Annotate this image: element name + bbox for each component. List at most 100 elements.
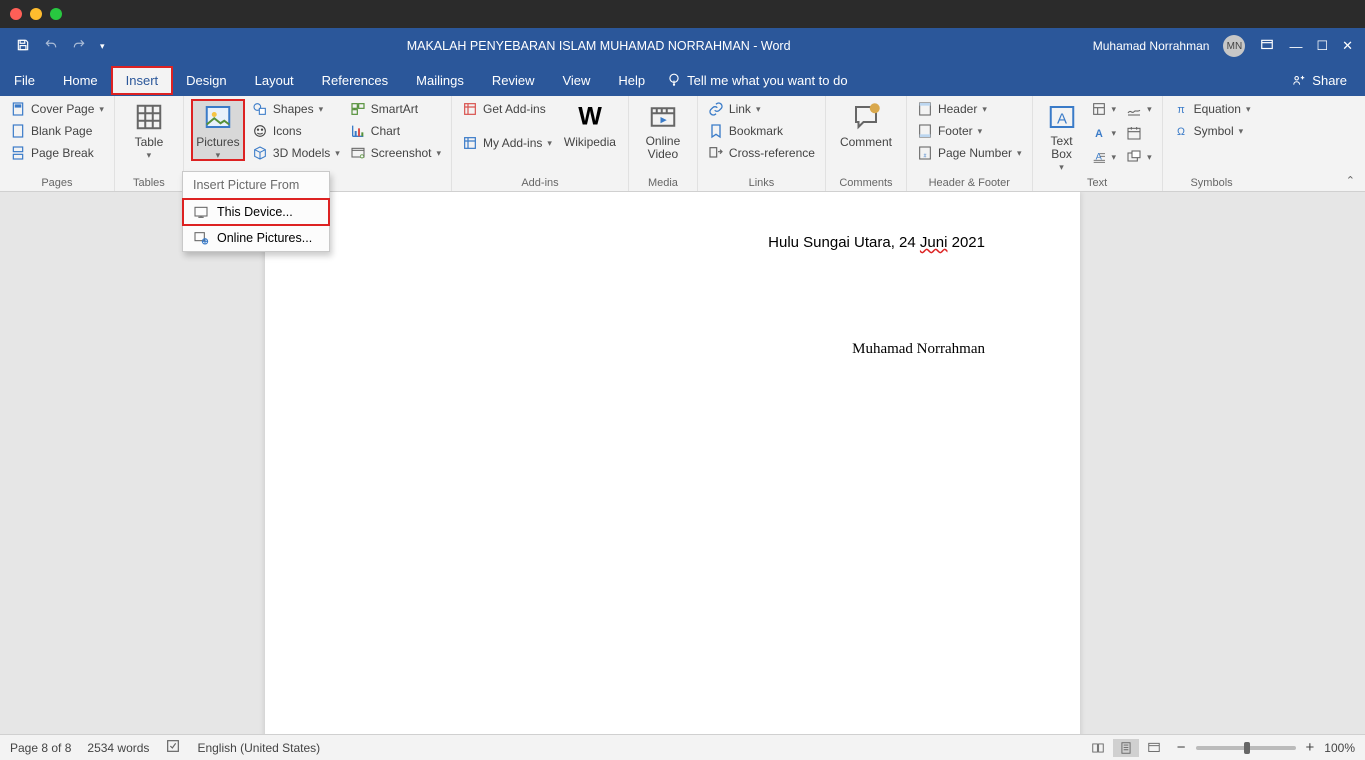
- screenshot-button[interactable]: Screenshot ▾: [348, 144, 443, 162]
- group-comments-label: Comments: [834, 175, 898, 189]
- maximize-icon[interactable]: ☐: [1316, 38, 1328, 54]
- tab-home[interactable]: Home: [49, 67, 112, 94]
- status-words[interactable]: 2534 words: [87, 741, 149, 755]
- tell-me-label: Tell me what you want to do: [687, 73, 847, 88]
- table-button[interactable]: Table▾: [123, 100, 175, 160]
- wordart-button[interactable]: A▾: [1089, 124, 1119, 142]
- group-addins: Get Add-ins My Add-ins ▾ W Wikipedia Add…: [452, 96, 629, 191]
- collapse-ribbon-icon[interactable]: ⌃: [1336, 170, 1365, 191]
- drop-cap-button[interactable]: A▾: [1089, 148, 1119, 166]
- symbol-button[interactable]: ΩSymbol ▾: [1171, 122, 1253, 140]
- tab-references[interactable]: References: [308, 67, 402, 94]
- smartart-button[interactable]: SmartArt: [348, 100, 443, 118]
- svg-text:π: π: [1177, 104, 1184, 116]
- group-headerfooter-label: Header & Footer: [915, 175, 1024, 189]
- tab-file[interactable]: File: [0, 67, 49, 94]
- mac-min-dot[interactable]: [30, 8, 42, 20]
- document-canvas[interactable]: Hulu Sungai Utara, 24 Juni 2021 Muhamad …: [0, 192, 1365, 734]
- group-media-label: Media: [637, 175, 689, 189]
- pictures-online[interactable]: Online Pictures...: [183, 225, 329, 251]
- zoom-slider[interactable]: [1196, 746, 1296, 750]
- tab-view[interactable]: View: [548, 67, 604, 94]
- svg-text:A: A: [1057, 110, 1067, 127]
- undo-icon[interactable]: [44, 38, 58, 55]
- view-read-mode[interactable]: [1085, 739, 1111, 757]
- my-addins-button[interactable]: My Add-ins ▾: [460, 134, 554, 152]
- cross-reference-button[interactable]: Cross-reference: [706, 144, 817, 162]
- group-media: Online Video Media: [629, 96, 698, 191]
- group-links: Link ▾ Bookmark Cross-reference Links: [698, 96, 826, 191]
- text-box-button[interactable]: A Text Box▾: [1041, 100, 1083, 172]
- svg-text:#: #: [923, 154, 926, 160]
- pictures-dropdown-header: Insert Picture From: [183, 172, 329, 199]
- redo-icon[interactable]: [72, 38, 86, 55]
- group-links-label: Links: [706, 175, 817, 189]
- mac-max-dot[interactable]: [50, 8, 62, 20]
- group-comments: Comment Comments: [826, 96, 907, 191]
- view-web-layout[interactable]: [1141, 739, 1167, 757]
- online-video-button[interactable]: Online Video: [637, 100, 689, 163]
- group-symbols-label: Symbols: [1171, 175, 1253, 189]
- group-addins-label: Add-ins: [460, 175, 620, 189]
- object-button[interactable]: ▾: [1124, 148, 1154, 166]
- tab-mailings[interactable]: Mailings: [402, 67, 478, 94]
- share-icon: [1292, 73, 1306, 87]
- signature-line-button[interactable]: ▾: [1124, 100, 1154, 118]
- group-tables-label: Tables: [123, 175, 175, 189]
- document-page[interactable]: Hulu Sungai Utara, 24 Juni 2021 Muhamad …: [265, 192, 1080, 734]
- shapes-button[interactable]: Shapes ▾: [250, 100, 342, 118]
- comment-button[interactable]: Comment: [834, 100, 898, 151]
- tab-insert[interactable]: Insert: [112, 67, 173, 94]
- status-bar: Page 8 of 8 2534 words English (United S…: [0, 734, 1365, 760]
- zoom-out-button[interactable]: −: [1177, 739, 1186, 756]
- cover-page-button[interactable]: Cover Page ▾: [8, 100, 106, 118]
- tab-layout[interactable]: Layout: [241, 67, 308, 94]
- ribbon-display-icon[interactable]: [1259, 38, 1275, 55]
- mac-titlebar: [0, 0, 1365, 28]
- chart-button[interactable]: Chart: [348, 122, 443, 140]
- link-button[interactable]: Link ▾: [706, 100, 817, 118]
- header-button[interactable]: Header ▾: [915, 100, 1024, 118]
- pictures-dropdown: Insert Picture From This Device... Onlin…: [182, 171, 330, 252]
- word-titlebar: ▾ MAKALAH PENYEBARAN ISLAM MUHAMAD NORRA…: [0, 28, 1365, 64]
- page-number-button[interactable]: #Page Number ▾: [915, 144, 1024, 162]
- footer-button[interactable]: Footer ▾: [915, 122, 1024, 140]
- group-pages-label: Pages: [8, 175, 106, 189]
- doc-text-author[interactable]: Muhamad Norrahman: [852, 341, 985, 358]
- get-addins-button[interactable]: Get Add-ins: [460, 100, 554, 118]
- tell-me-search[interactable]: Tell me what you want to do: [667, 73, 847, 88]
- view-print-layout[interactable]: [1113, 739, 1139, 757]
- quick-parts-button[interactable]: ▾: [1089, 100, 1119, 118]
- status-page[interactable]: Page 8 of 8: [10, 741, 71, 755]
- mac-close-dot[interactable]: [10, 8, 22, 20]
- share-button[interactable]: Share: [1312, 73, 1347, 88]
- pictures-from-device[interactable]: This Device...: [183, 199, 329, 225]
- blank-page-button[interactable]: Blank Page: [8, 122, 106, 140]
- group-text-label: Text: [1041, 175, 1154, 189]
- avatar[interactable]: MN: [1223, 35, 1245, 57]
- tab-review[interactable]: Review: [478, 67, 549, 94]
- bookmark-button[interactable]: Bookmark: [706, 122, 817, 140]
- equation-button[interactable]: πEquation ▾: [1171, 100, 1253, 118]
- close-icon[interactable]: ✕: [1342, 38, 1353, 54]
- doc-text-location-date[interactable]: Hulu Sungai Utara, 24 Juni 2021: [768, 234, 985, 252]
- user-name: Muhamad Norrahman: [1093, 39, 1210, 53]
- wikipedia-button[interactable]: W Wikipedia: [560, 100, 620, 151]
- pictures-button[interactable]: Pictures▾: [192, 100, 244, 160]
- 3d-models-button[interactable]: 3D Models ▾: [250, 144, 342, 162]
- svg-text:A: A: [1095, 128, 1103, 140]
- tab-help[interactable]: Help: [604, 67, 659, 94]
- status-language[interactable]: English (United States): [197, 741, 320, 755]
- zoom-level[interactable]: 100%: [1324, 741, 1355, 755]
- group-headerfooter: Header ▾ Footer ▾ #Page Number ▾ Header …: [907, 96, 1033, 191]
- save-icon[interactable]: [16, 38, 30, 55]
- group-pages: Cover Page ▾ Blank Page Page Break Pages: [0, 96, 115, 191]
- icons-button[interactable]: Icons: [250, 122, 342, 140]
- page-break-button[interactable]: Page Break: [8, 144, 106, 162]
- tab-design[interactable]: Design: [172, 67, 240, 94]
- zoom-in-button[interactable]: +: [1306, 739, 1315, 756]
- date-time-button[interactable]: [1124, 124, 1154, 142]
- status-proofing-icon[interactable]: [165, 738, 181, 757]
- minimize-icon[interactable]: —: [1289, 39, 1302, 54]
- group-tables: Table▾ Tables: [115, 96, 184, 191]
